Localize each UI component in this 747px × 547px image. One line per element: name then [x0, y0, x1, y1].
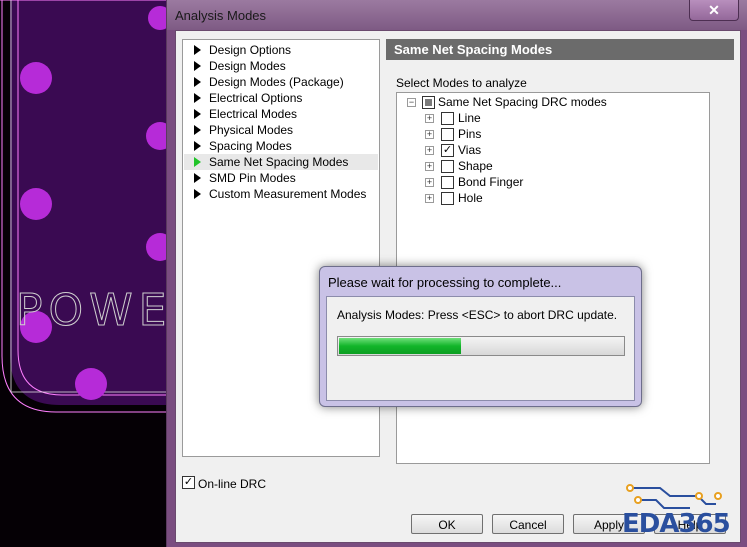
arrow-right-icon [194, 125, 201, 135]
tree-item-label: Same Net Spacing Modes [209, 155, 349, 169]
tree-item-label: Physical Modes [209, 123, 294, 137]
ok-button[interactable]: OK [411, 514, 483, 534]
mode-vias-label: Vias [458, 143, 482, 157]
selected-arrow-icon [194, 157, 201, 167]
arrow-right-icon [194, 109, 201, 119]
tree-item-label: Electrical Modes [209, 107, 298, 121]
expand-toggle-icon[interactable]: − [407, 98, 416, 107]
mode-bond-finger-label: Bond Finger [458, 175, 524, 189]
expand-toggle-icon[interactable]: + [425, 194, 434, 203]
progress-bar [337, 336, 625, 356]
select-modes-label: Select Modes to analyze [396, 76, 527, 90]
mode-hole-label: Hole [458, 191, 483, 205]
expand-toggle-icon[interactable]: + [425, 130, 434, 139]
arrow-right-icon [194, 93, 201, 103]
tree-item-label: Design Modes (Package) [209, 75, 344, 89]
progress-dialog-body: Analysis Modes: Press <ESC> to abort DRC… [326, 296, 635, 401]
arrow-right-icon [194, 61, 201, 71]
tree-item[interactable]: Spacing Modes [184, 138, 378, 154]
window-title: Analysis Modes [175, 8, 267, 23]
arrow-right-icon [194, 141, 201, 151]
expand-toggle-icon[interactable]: + [425, 162, 434, 171]
tree-item-label: Design Modes [209, 59, 286, 73]
mode-hole-checkbox[interactable] [441, 192, 454, 205]
tree-item[interactable]: Design Options [184, 42, 378, 58]
tree-item[interactable]: Same Net Spacing Modes [184, 154, 378, 170]
mode-shape-label: Shape [458, 159, 493, 173]
tree-item[interactable]: Design Modes [184, 58, 378, 74]
online-drc-label: On-line DRC [198, 477, 267, 491]
progress-bar-fill [339, 338, 462, 354]
arrow-right-icon [194, 45, 201, 55]
root-mode-label: Same Net Spacing DRC modes [438, 95, 607, 109]
tree-item[interactable]: Electrical Modes [184, 106, 378, 122]
tree-item-label: Electrical Options [209, 91, 303, 105]
progress-message: Analysis Modes: Press <ESC> to abort DRC… [337, 308, 618, 322]
panel-header: Same Net Spacing Modes [386, 39, 734, 60]
tree-item[interactable]: SMD Pin Modes [184, 170, 378, 186]
tree-item-label: Design Options [209, 43, 292, 57]
mode-shape-checkbox[interactable] [441, 160, 454, 173]
tree-item-label: SMD Pin Modes [209, 171, 296, 185]
arrow-right-icon [194, 189, 201, 199]
tree-item[interactable]: Electrical Options [184, 90, 378, 106]
online-drc-checkbox[interactable]: ✓ [182, 476, 195, 489]
tree-item[interactable]: Custom Measurement Modes [184, 186, 378, 202]
close-icon: ✕ [708, 2, 720, 18]
progress-dialog: Please wait for processing to complete..… [319, 266, 642, 407]
mode-line-checkbox[interactable] [441, 112, 454, 125]
watermark-text: EDA365 [622, 509, 731, 539]
mode-pins-label: Pins [458, 127, 482, 141]
expand-toggle-icon[interactable]: + [425, 146, 434, 155]
arrow-right-icon [194, 77, 201, 87]
tree-item-label: Custom Measurement Modes [209, 187, 367, 201]
tree-item[interactable]: Physical Modes [184, 122, 378, 138]
mode-line-label: Line [458, 111, 481, 125]
mode-pins-checkbox[interactable] [441, 128, 454, 141]
panel-header-title: Same Net Spacing Modes [394, 42, 553, 57]
arrow-right-icon [194, 173, 201, 183]
expand-toggle-icon[interactable]: + [425, 114, 434, 123]
root-mode-checkbox[interactable] [422, 96, 435, 109]
close-button[interactable]: ✕ [689, 0, 739, 21]
expand-toggle-icon[interactable]: + [425, 178, 434, 187]
title-bar[interactable]: Analysis Modes ✕ [167, 0, 747, 30]
tree-item[interactable]: Design Modes (Package) [184, 74, 378, 90]
mode-vias-checkbox[interactable]: ✓ [441, 144, 454, 157]
cancel-button[interactable]: Cancel [492, 514, 564, 534]
mode-bond-finger-checkbox[interactable] [441, 176, 454, 189]
progress-dialog-title: Please wait for processing to complete..… [328, 275, 562, 290]
tree-item-label: Spacing Modes [209, 139, 292, 153]
